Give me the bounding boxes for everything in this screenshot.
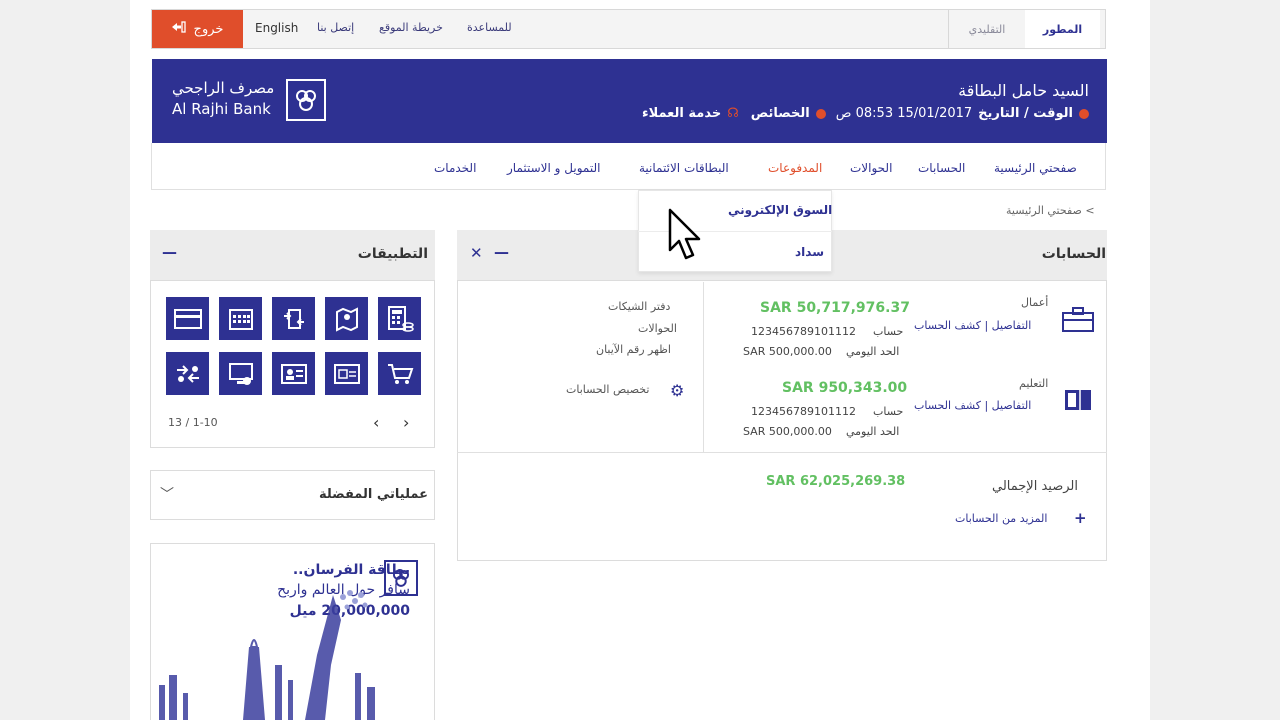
datetime-label: الوقت / التاريخ: [978, 106, 1073, 121]
calendar-icon[interactable]: [219, 297, 262, 340]
skyline-illustration: [155, 585, 385, 720]
chevron-left-icon[interactable]: ‹: [373, 413, 379, 432]
id-card-icon[interactable]: [325, 352, 368, 395]
customer-service-link[interactable]: خدمة العملاء: [642, 106, 721, 121]
breadcrumb[interactable]: > صفحتي الرئيسية: [1006, 204, 1095, 217]
more-accounts-link[interactable]: المزيد من الحسابات: [955, 512, 1047, 525]
total-balance-label: الرصيد الإجمالي: [992, 479, 1078, 494]
logo-english: Al Rajhi Bank: [172, 100, 271, 118]
header-info-line: الوقت / التاريخ 15/01/2017 08:53 ص الخصا…: [642, 106, 1089, 121]
details-link[interactable]: التفاصيل: [992, 399, 1032, 412]
tab-classic[interactable]: التقليدي: [948, 10, 1025, 48]
total-balance-value: SAR 62,025,269.38: [766, 474, 906, 489]
clock-icon: [1079, 108, 1089, 119]
menu-item-sadad[interactable]: سداد: [795, 245, 824, 259]
account-type: التعليم: [1019, 377, 1049, 390]
exchange-icon[interactable]: [166, 352, 209, 395]
daily-limit-label: الحد اليومي: [846, 425, 900, 438]
english-link[interactable]: English: [255, 21, 298, 35]
customize-accounts-link[interactable]: تخصيص الحسابات: [566, 383, 649, 396]
chevron-right-icon[interactable]: ›: [403, 413, 409, 432]
transfers-link[interactable]: الحوالات: [638, 322, 677, 335]
sitemap-link[interactable]: خريطة الموقع: [379, 21, 443, 34]
help-link[interactable]: للمساعدة: [467, 21, 512, 34]
promo-line-1: بطاقة الفرسان..: [292, 562, 410, 578]
apps-title: التطبيقات: [357, 246, 428, 262]
statement-link[interactable]: كشف الحساب: [914, 319, 981, 332]
accounts-divider: [703, 282, 704, 452]
account-links: التفاصيل | كشف الحساب: [914, 399, 1032, 412]
mouse-cursor-icon: [668, 208, 702, 266]
favorites-title: عملياتي المفضلة: [318, 487, 428, 502]
account-links: التفاصيل | كشف الحساب: [914, 319, 1032, 332]
nav-home[interactable]: صفحتي الرئيسية: [994, 161, 1077, 175]
greeting: السيد حامل البطاقة: [958, 81, 1089, 100]
nav-payments[interactable]: المدفوعات: [768, 161, 822, 175]
features-icon: [815, 108, 826, 119]
logout-icon: [171, 21, 186, 37]
nav-accounts[interactable]: الحسابات: [918, 161, 965, 175]
apps-pager: 13 / 1-10: [168, 416, 218, 429]
gear-icon[interactable]: ⚙: [670, 381, 684, 400]
account-type: أعمال: [1021, 296, 1049, 309]
account-balance: SAR 50,717,976.37: [760, 300, 910, 316]
plus-icon[interactable]: +: [1074, 509, 1087, 527]
briefcase-icon: [1062, 307, 1094, 337]
features-link[interactable]: الخصائص: [751, 106, 810, 121]
book-icon: [1064, 388, 1092, 416]
card-icon[interactable]: [166, 297, 209, 340]
account-label: حساب: [873, 405, 904, 418]
logout-button[interactable]: خروج: [152, 10, 243, 48]
accounts-total-divider: [457, 452, 1107, 453]
details-link[interactable]: التفاصيل: [992, 319, 1032, 332]
close-icon[interactable]: ✕: [470, 244, 483, 262]
daily-limit-label: الحد اليومي: [846, 345, 900, 358]
account-number: 123456789101112: [751, 325, 856, 338]
chevron-down-icon[interactable]: ﹀: [160, 484, 174, 504]
datetime-value: 15/01/2017 08:53 ص: [835, 106, 973, 121]
cheque-book-link[interactable]: دفتر الشيكات: [608, 300, 670, 313]
account-label: حساب: [873, 325, 904, 338]
nav-credit-cards[interactable]: البطاقات الائتمانية: [639, 161, 729, 175]
statement-link[interactable]: كشف الحساب: [914, 399, 981, 412]
nav-transfers[interactable]: الحوالات: [850, 161, 892, 175]
minimize-icon[interactable]: —: [494, 243, 509, 261]
tab-advanced[interactable]: المطور: [1025, 10, 1100, 48]
accounts-title: الحسابات: [1041, 246, 1106, 262]
headset-icon: ☊: [727, 106, 739, 121]
logo-arabic: مصرف الراجحي: [172, 79, 275, 97]
calculator-coins-icon[interactable]: [378, 297, 421, 340]
contact-link[interactable]: إتصل بنا: [317, 21, 354, 34]
daily-limit-value: SAR 500,000.00: [743, 425, 832, 438]
nav-services[interactable]: الخدمات: [434, 161, 476, 175]
daily-limit-value: SAR 500,000.00: [743, 345, 832, 358]
computer-icon[interactable]: [219, 352, 262, 395]
map-pin-icon[interactable]: [325, 297, 368, 340]
minimize-icon[interactable]: —: [162, 243, 177, 261]
show-iban-link[interactable]: اظهر رقم الآيبان: [596, 343, 671, 356]
account-number: 123456789101112: [751, 405, 856, 418]
bank-logo-icon: [286, 79, 326, 121]
account-balance: SAR 950,343.00: [782, 380, 908, 396]
person-card-icon[interactable]: [272, 352, 315, 395]
header-banner: السيد حامل البطاقة الوقت / التاريخ 15/01…: [152, 59, 1107, 143]
logout-label: خروج: [193, 21, 224, 37]
menu-item-e-market[interactable]: السوق الإلكتروني: [728, 203, 832, 217]
cart-icon[interactable]: [378, 352, 421, 395]
transfer-icon[interactable]: [272, 297, 315, 340]
nav-finance-invest[interactable]: التمويل و الاستثمار: [507, 161, 600, 175]
